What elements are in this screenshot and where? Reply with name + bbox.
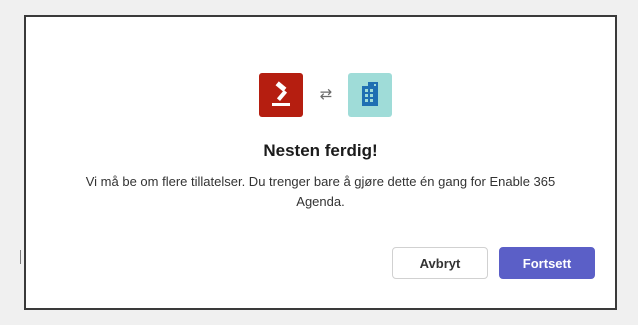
gavel-icon bbox=[259, 73, 303, 117]
cancel-button[interactable]: Avbryt bbox=[392, 247, 488, 279]
dialog-message: Vi må be om flere tillatelser. Du trenge… bbox=[85, 174, 556, 209]
icon-row: ⇄ bbox=[26, 73, 615, 117]
building-icon bbox=[348, 73, 392, 117]
swap-arrows-icon: ⇄ bbox=[319, 85, 333, 103]
continue-button[interactable]: Fortsett bbox=[499, 247, 595, 279]
dialog-title: Nesten ferdig! bbox=[263, 141, 378, 160]
permission-dialog: ⇄ Nesten ferdig! Vi må be om flere tilla… bbox=[24, 15, 617, 310]
